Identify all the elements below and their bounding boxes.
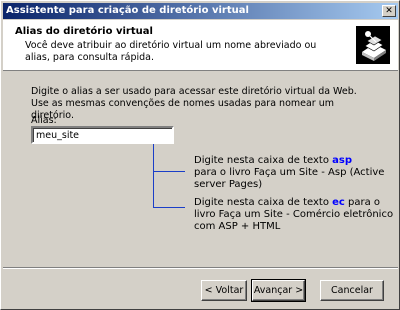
back-button[interactable]: < Voltar bbox=[201, 280, 247, 301]
annotation-ec: Digite nesta caixa de texto ec para o li… bbox=[194, 197, 399, 233]
header-title: Alias do diretório virtual bbox=[15, 26, 153, 37]
cancel-button[interactable]: Cancelar bbox=[320, 280, 384, 301]
annotation-asp-keyword: asp bbox=[332, 155, 352, 166]
annotation-asp: Digite nesta caixa de texto asp para o l… bbox=[194, 155, 394, 191]
alias-label: Alias: bbox=[31, 115, 57, 126]
wizard-window: Assistente para criação de diretório vir… bbox=[0, 0, 400, 310]
annotation-ec-prefix: Digite nesta caixa de texto bbox=[194, 197, 333, 208]
annotation-asp-prefix: Digite nesta caixa de texto bbox=[194, 155, 333, 166]
callout-line-branch-2 bbox=[153, 207, 185, 208]
callout-line-branch-1 bbox=[153, 171, 185, 172]
window-title: Assistente para criação de diretório vir… bbox=[6, 5, 249, 16]
annotation-asp-text: para o livro Faça um Site - Asp (Active … bbox=[194, 167, 385, 190]
close-button[interactable]: ✕ bbox=[382, 5, 396, 17]
wizard-folder-icon bbox=[356, 26, 390, 64]
annotation-ec-keyword: ec bbox=[332, 197, 345, 208]
footer-separator bbox=[3, 267, 398, 269]
wizard-header: Alias do diretório virtual Você deve atr… bbox=[3, 20, 398, 71]
next-button[interactable]: Avançar > bbox=[251, 279, 306, 302]
alias-input[interactable] bbox=[31, 126, 174, 144]
title-bar: Assistente para criação de diretório vir… bbox=[3, 3, 398, 19]
callout-line-vertical bbox=[153, 144, 154, 208]
header-description: Você deve atribuir ao diretório virtual … bbox=[25, 40, 317, 63]
instructions-text: Digite o alias a ser usado para acessar … bbox=[31, 86, 357, 121]
